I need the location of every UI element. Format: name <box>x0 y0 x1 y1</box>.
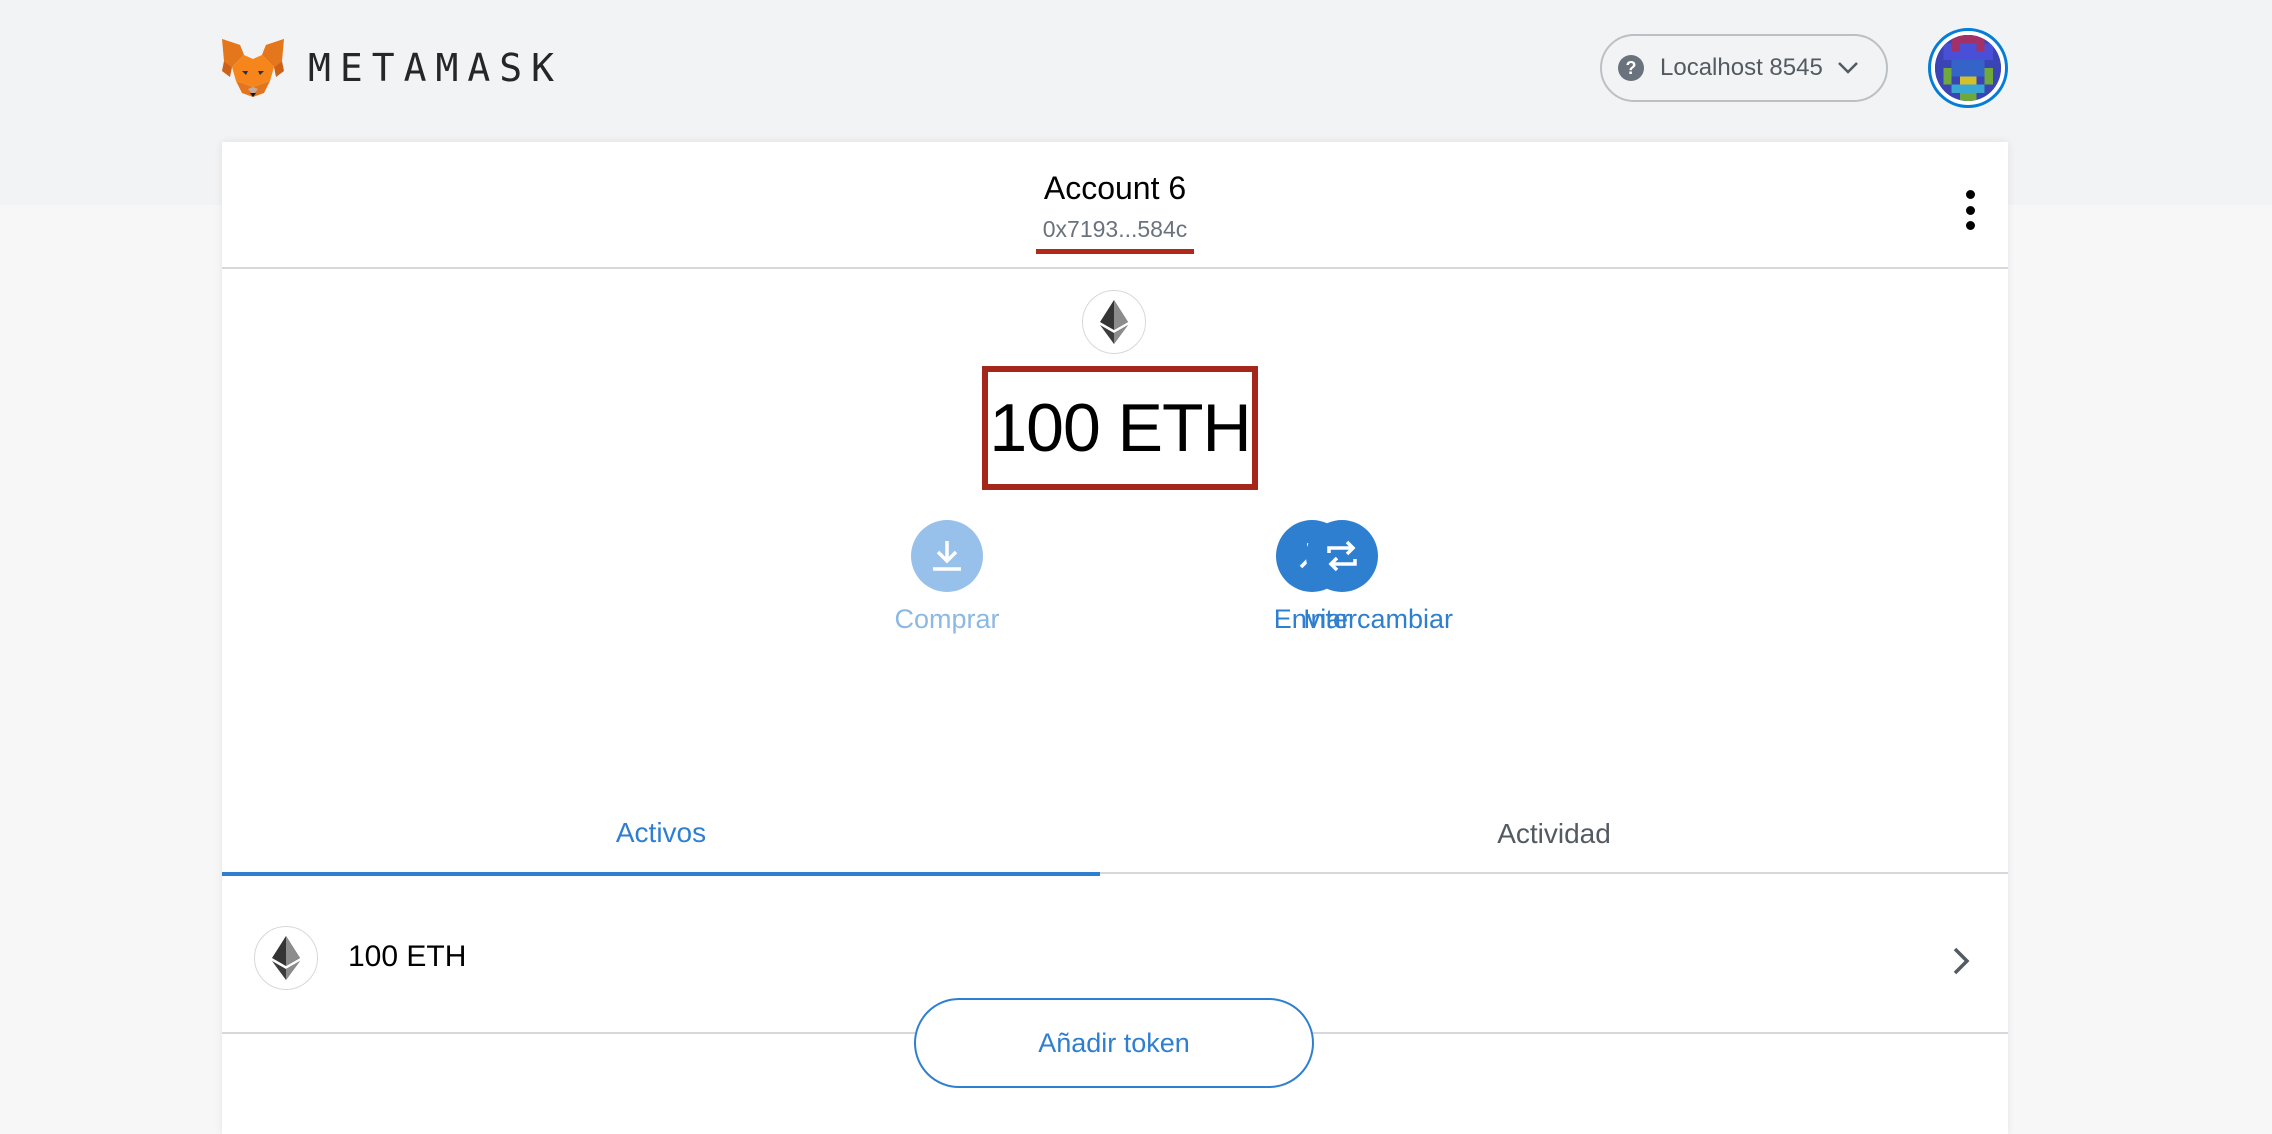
network-selector[interactable]: ? Localhost 8545 <box>1600 34 1888 102</box>
balance-highlight: 100 ETH <box>982 366 1258 490</box>
account-avatar[interactable] <box>1928 28 2008 108</box>
account-address[interactable]: 0x7193...584c <box>1036 216 1194 254</box>
metamask-logo[interactable]: METAMASK <box>220 36 563 100</box>
swap-button[interactable]: Intercambiar <box>1196 520 1576 635</box>
avatar-identicon <box>1935 35 2001 101</box>
download-icon <box>911 520 983 592</box>
help-icon: ? <box>1618 55 1644 81</box>
wallet-tabs: Activos Actividad <box>222 794 2008 876</box>
buy-label: Comprar <box>894 604 1000 634</box>
account-header: Account 6 0x7193...584c <box>222 142 2008 269</box>
ethereum-icon <box>254 926 318 990</box>
chevron-right-icon <box>1953 947 1970 975</box>
tab-activity[interactable]: Actividad <box>1100 794 2008 874</box>
brand-wordmark: METAMASK <box>308 46 564 90</box>
fox-icon <box>222 39 284 97</box>
tab-assets[interactable]: Activos <box>222 794 1100 876</box>
account-options-icon[interactable] <box>1962 190 1978 230</box>
add-token-button[interactable]: Añadir token <box>914 998 1314 1088</box>
ethereum-icon <box>1082 290 1146 354</box>
buy-button[interactable]: Comprar <box>870 520 1024 635</box>
chevron-down-icon <box>1837 62 1858 74</box>
balance-amount: 100 ETH <box>989 390 1251 466</box>
swap-label: Intercambiar <box>1302 604 1454 634</box>
asset-balance: 100 ETH <box>348 940 467 973</box>
swap-arrows-icon <box>1306 520 1378 592</box>
wallet-card: Account 6 0x7193...584c 100 ETH Comprar <box>222 142 2008 1134</box>
account-name: Account 6 <box>1043 170 1187 206</box>
network-label: Localhost 8545 <box>1660 54 1823 81</box>
